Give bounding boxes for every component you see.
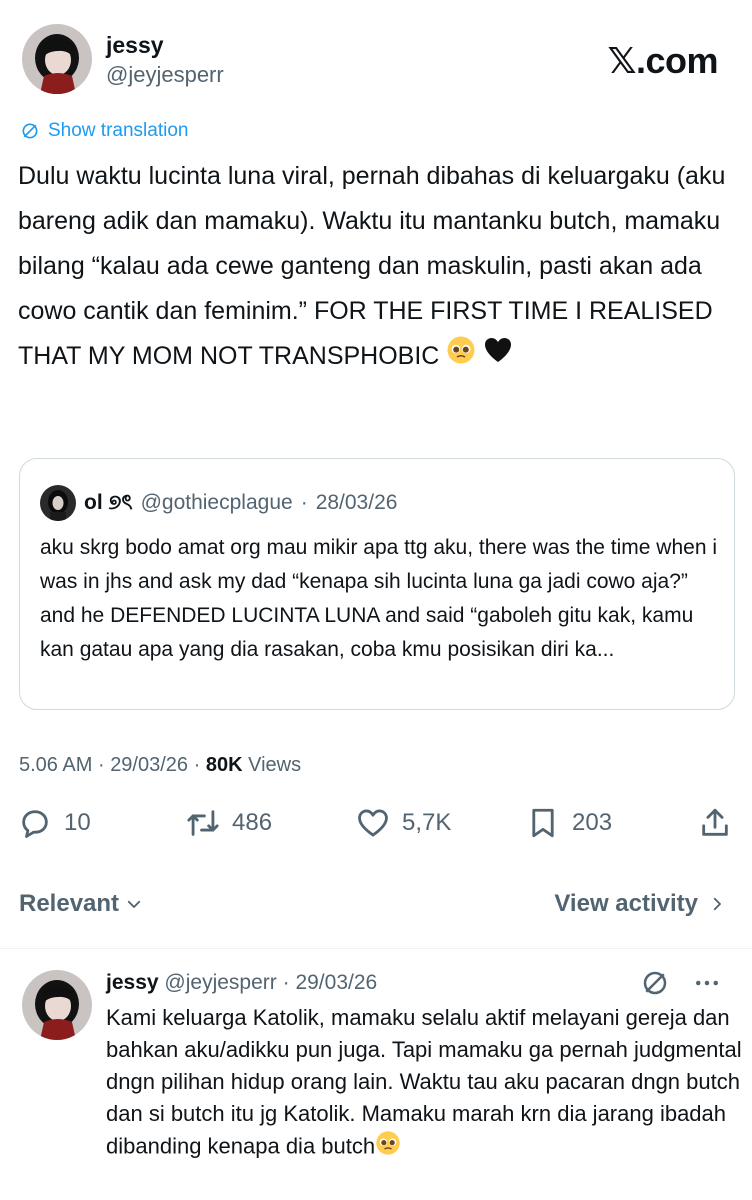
chevron-right-icon — [713, 897, 721, 911]
quoted-tweet-card[interactable]: ol ୭ৎ @gothiecplague · 28/03/26 aku skrg… — [19, 458, 735, 710]
view-activity-link[interactable]: View activity — [554, 890, 726, 918]
relevant-label[interactable]: Relevant — [19, 890, 119, 918]
more-options-icon[interactable] — [692, 968, 722, 998]
reply-author-name[interactable]: jessy — [106, 971, 159, 994]
repost-button[interactable]: 486 — [186, 806, 272, 840]
show-translation-label[interactable]: Show translation — [48, 120, 188, 142]
quoted-tweet-text: aku skrg bodo amat org mau mikir apa ttg… — [40, 536, 717, 661]
reply-icon — [22, 810, 48, 838]
author-handle[interactable]: @jeyjesperr — [106, 62, 224, 88]
like-button[interactable]: 5,7K — [356, 806, 451, 840]
reply-header-icons — [640, 968, 722, 998]
heart-icon — [358, 809, 388, 837]
reply-date[interactable]: 29/03/26 — [295, 971, 377, 994]
x-logo-icon: 𝕏 — [607, 41, 636, 82]
share-icon — [702, 808, 728, 836]
tweet-meta: 5.06 AM · 29/03/26 · 80K Views — [19, 754, 301, 777]
share-button[interactable] — [698, 806, 732, 840]
reply-text: Kami keluarga Katolik, mamaku selalu akt… — [106, 1002, 746, 1165]
repost-count: 486 — [232, 809, 273, 836]
brand-domain: .com — [635, 40, 719, 81]
tweet-time[interactable]: 5.06 AM — [19, 754, 92, 776]
bookmark-count: 203 — [572, 809, 613, 836]
reply-button[interactable]: 10 — [18, 806, 91, 840]
views-label: Views — [248, 754, 302, 776]
quoted-tweet-date[interactable]: 28/03/26 — [316, 491, 398, 515]
like-count: 5,7K — [402, 809, 452, 836]
author-avatar[interactable] — [22, 24, 92, 94]
tweet-date[interactable]: 29/03/26 — [110, 754, 188, 776]
chevron-down-icon — [127, 900, 141, 908]
reply-tweet[interactable]: jessy @jeyjesperr · 29/03/26 Kami keluar… — [0, 950, 752, 1200]
replies-filter-bar: Relevant View activity — [0, 882, 752, 930]
reply-author-avatar[interactable] — [22, 970, 92, 1040]
bookmark-icon — [532, 808, 554, 838]
relevant-sort-dropdown[interactable]: Relevant — [19, 890, 143, 918]
pleading-face-emoji-icon — [446, 335, 476, 380]
divider — [0, 948, 752, 949]
tweet-text: Dulu waktu lucinta luna viral, pernah di… — [18, 154, 738, 380]
separator-dot: · — [97, 754, 105, 776]
translate-icon[interactable] — [640, 968, 670, 998]
bookmark-button[interactable]: 203 — [526, 806, 612, 840]
reply-body: Kami keluarga Katolik, mamaku selalu akt… — [106, 1005, 742, 1159]
quoted-tweet-header: ol ୭ৎ @gothiecplague · 28/03/26 — [40, 485, 397, 521]
x-com-logo: 𝕏.com — [607, 40, 718, 82]
black-heart-emoji-icon — [483, 335, 513, 380]
separator-dot: · — [193, 754, 201, 776]
reply-header: jessy @jeyjesperr · 29/03/26 — [106, 971, 377, 995]
repost-icon — [187, 810, 219, 836]
quoted-author-avatar[interactable] — [40, 485, 76, 521]
views-count: 80K — [205, 754, 243, 776]
show-translation-link[interactable]: Show translation — [20, 120, 188, 142]
tweet-body: Dulu waktu lucinta luna viral, pernah di… — [18, 162, 726, 370]
quoted-author-handle[interactable]: @gothiecplague — [141, 491, 293, 515]
reply-author-handle[interactable]: @jeyjesperr — [164, 971, 276, 994]
author-name[interactable]: jessy — [106, 32, 164, 59]
view-activity-label[interactable]: View activity — [554, 890, 698, 918]
quoted-author-name[interactable]: ol ୭ৎ — [84, 486, 133, 521]
pleading-face-emoji-icon — [375, 1130, 401, 1165]
separator-dot: · — [300, 491, 308, 514]
translate-icon — [22, 123, 38, 139]
tweet-header: jessy @jeyjesperr 𝕏.com — [0, 0, 752, 110]
separator-dot: · — [282, 971, 290, 994]
tweet-action-bar: 10 486 5,7K 203 — [0, 806, 752, 856]
reply-count: 10 — [64, 809, 91, 836]
